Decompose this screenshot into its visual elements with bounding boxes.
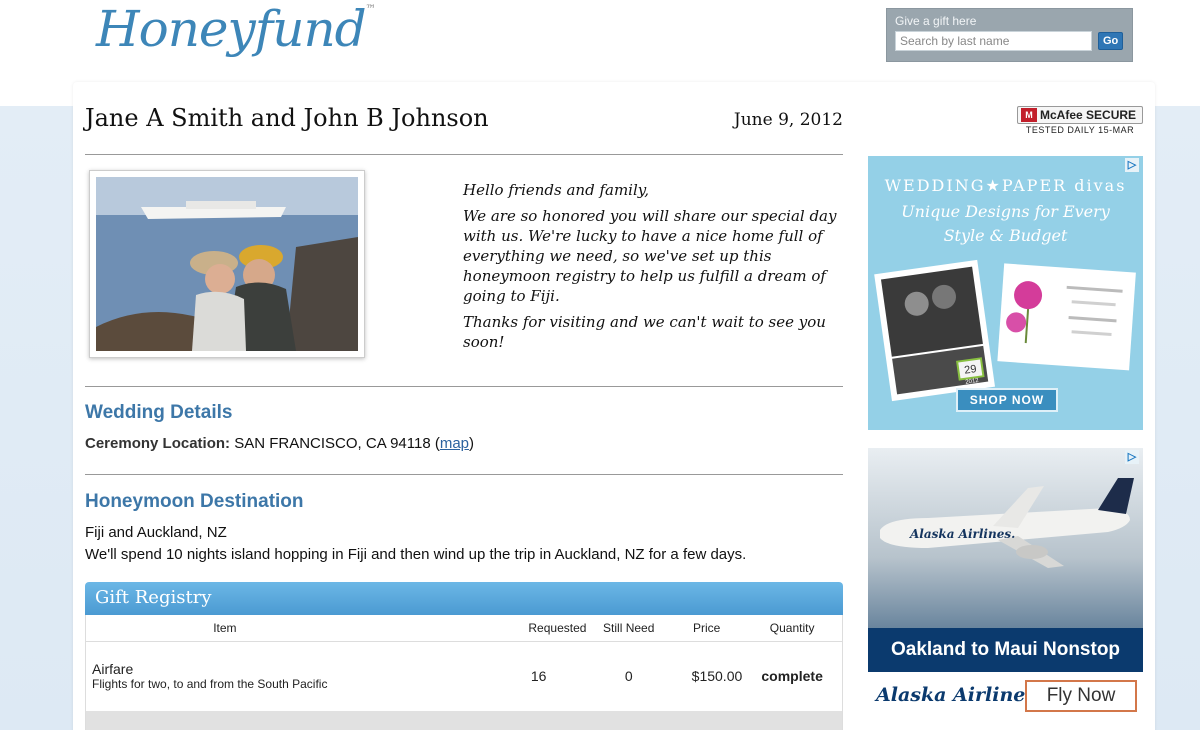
trademark-mark: ™ xyxy=(365,4,376,15)
column-header-item: Item xyxy=(85,615,364,642)
gift-item-name: Airfare xyxy=(92,661,134,678)
go-button[interactable]: Go xyxy=(1098,32,1124,50)
column-header-price: Price xyxy=(671,615,743,642)
couple-photo-image xyxy=(96,177,358,351)
ceremony-location: Ceremony Location: SAN FRANCISCO, CA 941… xyxy=(85,435,475,452)
table-header-row: Item Requested Still Need Price Quantity xyxy=(85,615,843,642)
logo-text: Honeyfund xyxy=(96,0,367,58)
honeymoon-description: We'll spend 10 nights island hopping in … xyxy=(85,546,747,563)
mcafee-shield-icon: M xyxy=(1021,108,1037,122)
message-greeting: Hello friends and family, xyxy=(463,181,650,199)
wedding-details-heading: Wedding Details xyxy=(85,402,233,423)
ceremony-location-value: SAN FRANCISCO, CA 94118 xyxy=(234,435,431,452)
divider xyxy=(85,474,843,475)
table-row[interactable]: Airfare Flights for two, to and from the… xyxy=(86,641,843,711)
column-header-quantity: Quantity xyxy=(742,615,843,642)
gift-search-label: Give a gift here xyxy=(895,14,977,28)
ceremony-location-label: Ceremony Location: xyxy=(85,435,231,452)
column-header-still-need: Still Need xyxy=(586,615,672,642)
mcafee-secure-badge[interactable]: M McAfee SECURE TESTED DAILY 15-MAR xyxy=(1017,106,1143,135)
airplane-livery: Alaska Airlines. xyxy=(909,527,1015,541)
mcafee-label: McAfee SECURE xyxy=(1040,108,1137,122)
couple-photo xyxy=(89,170,365,358)
alaska-airlines-ad[interactable]: ▷ Alaska Airlines. Oakland to Maui Nonst… xyxy=(868,448,1143,722)
fly-now-button[interactable]: Fly Now xyxy=(1025,680,1137,712)
registry-card: Jane A Smith and John B Johnson June 9, … xyxy=(73,82,1155,730)
mcafee-tested-text: TESTED DAILY 15-MAR xyxy=(1025,125,1135,135)
message-body: We are so honored you will share our spe… xyxy=(463,207,837,305)
wedding-date: June 9, 2012 xyxy=(733,110,843,130)
wedding-paper-divas-ad[interactable]: ▷ WEDDING★PAPER divas Unique Designs for… xyxy=(868,156,1143,430)
gift-price: $150.00 xyxy=(691,668,743,685)
gift-registry-heading: Gift Registry xyxy=(85,582,843,615)
divider xyxy=(85,386,843,387)
honeyfund-logo[interactable]: Honeyfund™ xyxy=(96,0,376,58)
map-link[interactable]: map xyxy=(440,435,469,452)
couple-names: Jane A Smith and John B Johnson xyxy=(85,104,489,132)
gift-registry-table: Item Requested Still Need Price Quantity… xyxy=(85,615,843,711)
gift-requested: 16 xyxy=(530,668,547,685)
gift-registry: Gift Registry Item Requested Still Need … xyxy=(85,582,843,730)
gift-quantity-status: complete xyxy=(761,668,823,685)
airplane-image: Alaska Airlines. xyxy=(880,478,1134,568)
column-header-requested: Requested xyxy=(363,615,587,642)
table-footer xyxy=(85,711,843,730)
ad-footer: Alaska Airlines. Fly Now xyxy=(868,672,1143,722)
honeymoon-destination: Fiji and Auckland, NZ xyxy=(85,524,227,541)
gift-search-box: Give a gift here Go xyxy=(886,8,1133,62)
welcome-message: Hello friends and family, We are so hono… xyxy=(463,180,843,358)
gift-still-need: 0 xyxy=(624,668,633,685)
ad-card-date: 29 xyxy=(964,363,978,377)
honeymoon-destination-heading: Honeymoon Destination xyxy=(85,491,304,512)
last-name-search-input[interactable] xyxy=(895,31,1092,51)
shop-now-button[interactable]: SHOP NOW xyxy=(956,388,1058,412)
message-closing: Thanks for visiting and we can't wait to… xyxy=(463,313,826,351)
ad-headline: Oakland to Maui Nonstop xyxy=(868,628,1143,672)
alaska-airlines-logo: Alaska Airlines. xyxy=(876,684,1043,706)
gift-item-description: Flights for two, to and from the South P… xyxy=(92,677,328,692)
divider xyxy=(85,154,843,155)
